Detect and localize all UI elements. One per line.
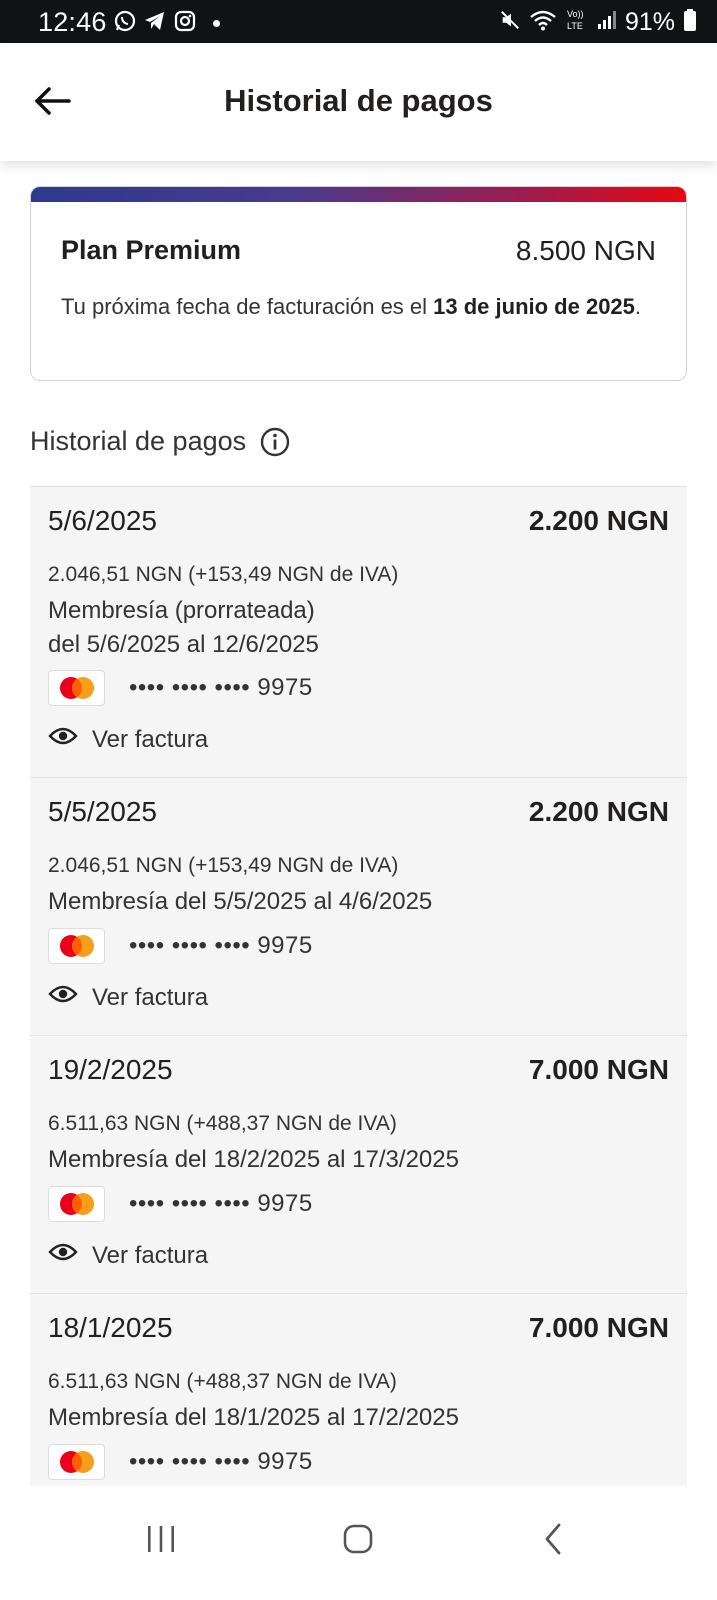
view-invoice-label: Ver factura: [92, 1241, 209, 1269]
payment-amount: 2.200 NGN: [528, 796, 669, 827]
next-billing-suffix: .: [634, 294, 642, 319]
scroll-content[interactable]: Plan Premium 8.500 NGN Tu próxima fecha …: [0, 161, 717, 1486]
mastercard-icon: [48, 670, 105, 706]
payment-item: 5/6/2025 2.200 NGN 2.046,51 NGN (+153,49…: [30, 486, 687, 777]
payment-tax: 2.046,51 NGN (+153,49 NGN de IVA): [48, 854, 399, 877]
next-billing-note: Tu próxima fecha de facturación es el 13…: [61, 291, 661, 323]
next-billing-date: 13 de junio de 2025: [433, 294, 635, 319]
system-back-button[interactable]: [523, 1516, 583, 1566]
history-title: Historial de pagos: [30, 426, 247, 456]
payment-amount: 7.000 NGN: [528, 1312, 669, 1343]
payment-description: Membresía del 18/2/2025 al 17/3/2025: [48, 1146, 459, 1173]
payment-description-period: del 5/6/2025 al 12/6/2025: [48, 631, 319, 658]
card-number: •••• •••• •••• 9975: [129, 674, 313, 701]
payment-tax: 6.511,63 NGN (+488,37 NGN de IVA): [48, 1112, 397, 1135]
plan-card: Plan Premium 8.500 NGN Tu próxima fecha …: [30, 186, 687, 381]
plan-price: 8.500 NGN: [515, 235, 656, 266]
mastercard-icon: [48, 1186, 105, 1222]
plan-gradient-bar: [31, 187, 686, 202]
home-icon: [342, 1523, 374, 1560]
payment-method: •••• •••• •••• 9975: [48, 1186, 313, 1222]
view-invoice-label: Ver factura: [92, 983, 209, 1011]
status-time: 12:46: [38, 7, 107, 37]
system-icons: Vo)) LTE 91%: [499, 7, 697, 38]
history-heading: Historial de pagos: [30, 426, 290, 457]
payment-tax: 2.046,51 NGN (+153,49 NGN de IVA): [48, 563, 399, 586]
volte-icon: Vo)) LTE: [565, 7, 589, 38]
view-invoice-link[interactable]: Ver factura: [48, 983, 208, 1012]
view-invoice-label: Ver factura: [92, 725, 209, 753]
payment-date: 5/6/2025: [48, 505, 157, 536]
payment-item: 5/5/2025 2.200 NGN 2.046,51 NGN (+153,49…: [30, 777, 687, 1035]
card-number: •••• •••• •••• 9975: [129, 1190, 313, 1217]
info-icon[interactable]: [260, 427, 290, 457]
eye-icon: [48, 983, 78, 1012]
view-invoice-link[interactable]: Ver factura: [48, 1241, 208, 1270]
payment-amount: 2.200 NGN: [528, 505, 669, 536]
recent-apps-icon: [145, 1524, 177, 1559]
payment-description: Membresía del 18/1/2025 al 17/2/2025: [48, 1404, 459, 1431]
payments-list: 5/6/2025 2.200 NGN 2.046,51 NGN (+153,49…: [30, 486, 687, 1486]
app-header: Historial de pagos: [0, 43, 717, 161]
payment-date: 18/1/2025: [48, 1312, 173, 1343]
card-number: •••• •••• •••• 9975: [129, 1448, 313, 1475]
status-bar: 12:46 Vo)) LTE 91%: [0, 0, 717, 43]
payment-item: 18/1/2025 7.000 NGN 6.511,63 NGN (+488,3…: [30, 1293, 687, 1486]
payment-method: •••• •••• •••• 9975: [48, 928, 313, 964]
battery-level: 91%: [624, 8, 675, 36]
card-number: •••• •••• •••• 9975: [129, 932, 313, 959]
telegram-icon: [143, 9, 167, 38]
mute-icon: [499, 9, 521, 36]
whatsapp-icon: [113, 9, 137, 38]
page-title: Historial de pagos: [224, 83, 493, 118]
wifi-icon: [529, 8, 557, 37]
payment-method: •••• •••• •••• 9975: [48, 670, 313, 706]
notification-icons: [113, 9, 220, 38]
instagram-icon: [173, 9, 197, 38]
eye-icon: [48, 1241, 78, 1270]
svg-text:LTE: LTE: [567, 21, 583, 31]
payment-amount: 7.000 NGN: [528, 1054, 669, 1085]
back-icon: [541, 1522, 565, 1561]
payment-item: 19/2/2025 7.000 NGN 6.511,63 NGN (+488,3…: [30, 1035, 687, 1293]
home-button[interactable]: [328, 1516, 388, 1566]
recent-apps-button[interactable]: [131, 1516, 191, 1566]
plan-name: Plan Premium: [61, 235, 242, 265]
payment-date: 5/5/2025: [48, 796, 157, 827]
mastercard-icon: [48, 928, 105, 964]
payment-method: •••• •••• •••• 9975: [48, 1444, 313, 1480]
svg-text:Vo)): Vo)): [567, 9, 584, 19]
mastercard-icon: [48, 1444, 105, 1480]
payment-description: Membresía del 5/5/2025 al 4/6/2025: [48, 888, 433, 915]
battery-icon: [683, 8, 697, 37]
payment-tax: 6.511,63 NGN (+488,37 NGN de IVA): [48, 1370, 397, 1393]
signal-icon: [597, 9, 617, 36]
payment-date: 19/2/2025: [48, 1054, 173, 1085]
more-notifications-dot: [213, 20, 220, 27]
system-nav-bar: [0, 1486, 717, 1600]
eye-icon: [48, 725, 78, 754]
payment-description: Membresía (prorrateada): [48, 597, 315, 624]
next-billing-prefix: Tu próxima fecha de facturación es el: [61, 294, 434, 319]
view-invoice-link[interactable]: Ver factura: [48, 725, 208, 754]
